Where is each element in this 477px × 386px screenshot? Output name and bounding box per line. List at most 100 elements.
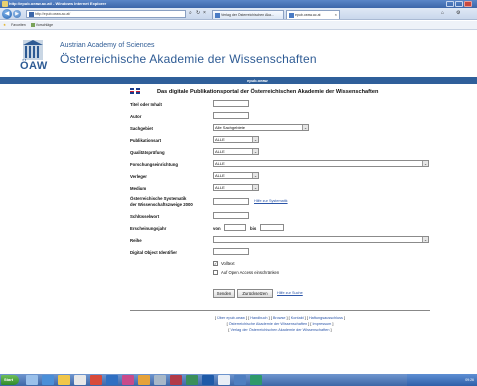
clock[interactable]: 09:26 [465,378,474,382]
series-select[interactable]: ⌄ [213,236,429,243]
explorer-icon[interactable] [26,375,38,385]
site-favicon [29,12,34,17]
tab-epub[interactable]: epub.oeaw.ac.at × [286,10,340,19]
footer-link-browse[interactable]: Browse [273,316,286,320]
system-tray: 09:26 [407,374,477,386]
year-to-label: bis [250,226,257,231]
label-forschungseinrichtung: Forschungseinrichtung [130,162,178,167]
title-input[interactable] [213,100,249,107]
footer-links-1: [ Über epub.oeaw ] [ Handbuch ] [ Browse… [214,316,346,320]
label-doi: Digital Object Identifier [130,250,178,255]
acrobat-icon[interactable] [90,375,102,385]
label-publikationsart: Publikationsart [130,138,162,143]
academy-name-en: Austrian Academy of Sciences [60,42,155,49]
footer-divider [130,310,430,311]
word-icon[interactable] [106,375,118,385]
fulltext-label: Volltext [221,261,235,266]
home-icon[interactable]: ⌂ [441,10,444,16]
label-systematik-line1: Österreichische Systematik [130,196,187,201]
medium-select[interactable]: ALLE ⌄ [213,184,259,191]
address-input[interactable]: http://epub.oeaw.ac.at/ [26,10,186,18]
publication-type-value: ALLE [215,137,225,142]
label-medium: Medium [130,186,147,191]
firefox-icon[interactable] [138,375,150,385]
reset-button[interactable]: Zurücksetzen [237,289,273,298]
ie-icon [2,1,8,7]
outlook-icon[interactable] [202,375,214,385]
chevron-down-icon: ⌄ [252,185,258,190]
onenote-icon[interactable] [170,375,182,385]
publisher-select[interactable]: ALLE ⌄ [213,172,259,179]
year-to-input[interactable] [260,224,284,231]
quality-check-select[interactable]: ALLE ⌄ [213,148,259,155]
footer-link-disclaimer[interactable]: Haftungsausschluss [309,316,343,320]
suggested-sites-icon [30,23,35,28]
back-arrow-icon[interactable]: ◀ [2,9,12,19]
publication-type-select[interactable]: ALLE ⌄ [213,136,259,143]
refresh-icon[interactable]: ↻ [196,10,200,16]
favorites-button[interactable]: Favoriten [11,23,26,27]
footer-link-contact[interactable]: Kontakt [291,316,304,320]
stop-icon[interactable]: × [203,10,206,16]
address-text: http://epub.oeaw.ac.at/ [35,12,71,16]
label-sachgebiet: Sachgebiet [130,126,153,131]
maximize-button[interactable] [455,1,463,7]
academy-building-icon [23,40,43,60]
label-qualitaetspruefung: Qualitätsprüfung [130,150,165,155]
windows-taskbar: Start 09:26 [0,374,477,386]
window-title: http://epub.oeaw.ac.at/ - Windows Intern… [9,1,107,6]
close-tab-icon[interactable]: × [335,11,337,19]
close-window-button[interactable] [464,1,472,7]
forward-arrow-icon[interactable]: ▶ [13,10,21,18]
folder-icon[interactable] [58,375,70,385]
footer-link-about[interactable]: Über epub.oeaw [217,316,245,320]
footer-link-imprint[interactable]: Impressum [313,322,332,326]
year-from-input[interactable] [224,224,246,231]
tools-icon[interactable]: ⚙ [456,10,460,16]
minimize-button[interactable] [446,1,454,7]
media-icon[interactable] [74,375,86,385]
tab-verlag[interactable]: Verlag der Österreichischen Aka... [212,10,284,19]
tab-label: epub.oeaw.ac.at [295,13,321,17]
footer-link-publisher[interactable]: Verlag der Österreichischen Akademie der… [231,328,330,332]
chart-app-icon[interactable] [186,375,198,385]
classification-input[interactable] [213,198,249,205]
logo-text: ÖAW [20,60,48,72]
submit-button[interactable]: Senden [213,289,235,298]
label-titel: Titel oder Inhalt [130,102,162,107]
site-strip-label: epub.oeaw [247,78,268,83]
label-schluesselwort: Schlüsselwort [130,214,160,219]
site-strip: epub.oeaw [0,77,477,84]
search-icon[interactable]: ⌕ [189,10,192,16]
keyword-input[interactable] [213,212,249,219]
window-app-icon[interactable] [234,375,246,385]
chevron-down-icon: ⌄ [252,173,258,178]
suggested-sites-link[interactable]: Vorschläge [36,23,53,27]
open-access-checkbox[interactable] [213,270,218,275]
chevron-down-icon: ⌄ [252,137,258,142]
settings-icon[interactable] [154,375,166,385]
chevron-down-icon: ⌄ [252,149,258,154]
tab-label: Verlag der Österreichischen Aka... [221,13,274,17]
subject-select[interactable]: Alle Sachgebiete ⌄ [213,124,309,131]
chevron-down-icon: ⌄ [302,125,308,130]
excel-icon[interactable] [250,375,262,385]
footer-link-academy[interactable]: Österreichische Akademie der Wissenschaf… [229,322,308,326]
app-icon[interactable] [122,375,134,385]
classification-help-link[interactable]: Hilfe zur Systematik [254,199,288,203]
tab-favicon [215,13,220,18]
uk-flag-icon[interactable] [130,88,140,94]
oeaw-logo[interactable]: ÖAW [20,38,50,72]
research-institution-select[interactable]: ALLE ⌄ [213,160,429,167]
fulltext-checkbox[interactable]: ✓ [213,261,218,266]
search-help-link[interactable]: Hilfe zur Suche [277,291,303,295]
ie-taskbar-icon[interactable] [42,375,54,385]
network-icon[interactable] [218,375,230,385]
author-input[interactable] [213,112,249,119]
favorites-star-icon[interactable]: ★ [3,23,6,27]
footer-link-manual[interactable]: Handbuch [250,316,267,320]
year-from-label: von [213,226,221,231]
start-button[interactable]: Start [1,375,19,385]
chevron-down-icon: ⌄ [422,161,428,166]
doi-input[interactable] [213,248,249,255]
